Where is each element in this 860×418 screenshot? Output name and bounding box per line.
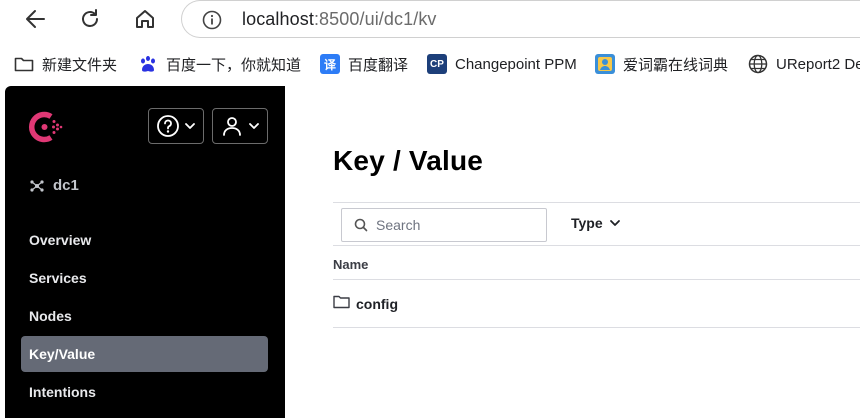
sidebar-item-label: Nodes [29, 308, 72, 324]
browser-toolbar: localhost:8500/ui/dc1/kv [0, 0, 860, 40]
bookmarks-bar: 新建文件夹 百度一下，你就知道 译 百度翻译 CP Changepoint PP… [0, 44, 860, 84]
sidebar-item-nodes[interactable]: Nodes [21, 298, 268, 334]
changepoint-icon: CP [427, 54, 447, 74]
baidu-translate-icon: 译 [320, 54, 340, 74]
address-bar[interactable]: localhost:8500/ui/dc1/kv [181, 0, 860, 38]
baidu-icon [138, 54, 158, 74]
sidebar-item-intentions[interactable]: Intentions [21, 374, 268, 410]
filter-bar: Type [333, 202, 860, 246]
type-filter-dropdown[interactable]: Type [571, 215, 621, 231]
user-menu-button[interactable] [212, 108, 268, 144]
help-menu-button[interactable] [148, 108, 204, 144]
bookmark-ureport[interactable]: UReport2 De [748, 53, 860, 75]
bookmark-new-folder[interactable]: 新建文件夹 [14, 53, 117, 75]
main-content: Key / Value Type Name config [285, 86, 860, 418]
sidebar: dc1 Overview Services Nodes Key/Value In… [5, 86, 285, 418]
sidebar-item-label: Overview [29, 232, 92, 248]
back-button[interactable] [19, 5, 51, 33]
table-row[interactable]: config [333, 280, 860, 328]
reload-button[interactable] [74, 5, 106, 33]
globe-icon [748, 54, 768, 74]
sidebar-item-label: Intentions [29, 384, 96, 400]
help-icon [157, 115, 179, 137]
sidebar-item-services[interactable]: Services [21, 260, 268, 296]
kv-item-name[interactable]: config [356, 296, 398, 312]
folder-icon [333, 294, 350, 314]
datacenter-label: dc1 [53, 177, 79, 194]
back-arrow-icon [26, 10, 45, 28]
sidebar-item-key-value[interactable]: Key/Value [21, 336, 268, 372]
bookmark-changepoint[interactable]: CP Changepoint PPM [427, 53, 577, 75]
sidebar-item-label: Key/Value [29, 346, 96, 362]
type-filter-label: Type [571, 215, 603, 231]
datacenter-icon [30, 179, 44, 192]
chevron-down-icon [249, 123, 259, 129]
search-input[interactable] [376, 215, 536, 235]
sidebar-item-label: Services [29, 270, 87, 286]
url-text: localhost:8500/ui/dc1/kv [242, 9, 437, 29]
bookmark-iciba[interactable]: 爱词霸在线词典 [595, 53, 728, 75]
site-info-icon[interactable] [202, 10, 222, 35]
bookmark-baidu[interactable]: 百度一下，你就知道 [138, 53, 301, 75]
bookmark-baidu-translate[interactable]: 译 百度翻译 [320, 53, 408, 75]
user-icon [223, 117, 241, 136]
chevron-down-icon [185, 123, 195, 129]
home-icon [136, 10, 154, 28]
reload-icon [82, 9, 98, 27]
iciba-icon [595, 54, 615, 74]
search-icon [354, 218, 368, 237]
search-box[interactable] [341, 208, 547, 242]
home-button[interactable] [129, 5, 161, 33]
sidebar-item-overview[interactable]: Overview [21, 222, 268, 258]
consul-logo-icon[interactable] [27, 108, 65, 151]
chevron-down-icon [609, 220, 620, 226]
column-header-name: Name [333, 257, 369, 272]
folder-icon [14, 54, 34, 74]
page-title: Key / Value [333, 145, 484, 176]
datacenter-selector[interactable]: dc1 [29, 177, 79, 194]
